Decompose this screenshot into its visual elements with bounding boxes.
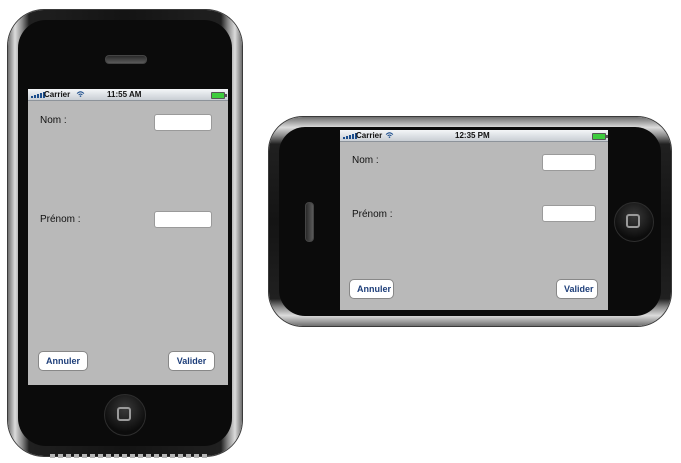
landscape-screen: Carrier 12:35 PM Nom : Prénom : Annuler …: [340, 130, 608, 310]
valider-button[interactable]: Valider: [556, 279, 598, 299]
wifi-icon: [385, 132, 394, 138]
signal-bars-icon: [343, 133, 357, 139]
status-time: 11:55 AM: [107, 90, 142, 99]
nom-field[interactable]: [542, 154, 596, 171]
carrier-label: Carrier: [356, 131, 383, 140]
wifi-icon: [76, 91, 85, 97]
signal-bars-icon: [31, 92, 45, 98]
speaker-grille-icon: [305, 202, 314, 242]
status-bar: Carrier 12:35 PM: [340, 130, 608, 142]
status-bar: Carrier 11:55 AM: [28, 89, 228, 101]
nom-label: Nom :: [40, 115, 67, 126]
status-time: 12:35 PM: [455, 131, 490, 140]
battery-icon: [592, 133, 608, 140]
prenom-field[interactable]: [154, 211, 212, 228]
annuler-button[interactable]: Annuler: [349, 279, 394, 299]
speaker-grille-icon: [105, 55, 147, 64]
prenom-label: Prénom :: [352, 209, 393, 220]
carrier-label: Carrier: [44, 90, 71, 99]
nom-field[interactable]: [154, 114, 212, 131]
home-button-icon[interactable]: [614, 202, 654, 242]
nom-label: Nom :: [352, 155, 379, 166]
prenom-label: Prénom :: [40, 214, 81, 225]
home-button-icon[interactable]: [104, 394, 146, 436]
annuler-button[interactable]: Annuler: [38, 351, 88, 371]
portrait-screen: Carrier 11:55 AM Nom : Prénom : Annuler …: [28, 89, 228, 385]
valider-button[interactable]: Valider: [168, 351, 215, 371]
battery-icon: [211, 92, 227, 99]
prenom-field[interactable]: [542, 205, 596, 222]
bottom-partial-text: [50, 450, 220, 462]
